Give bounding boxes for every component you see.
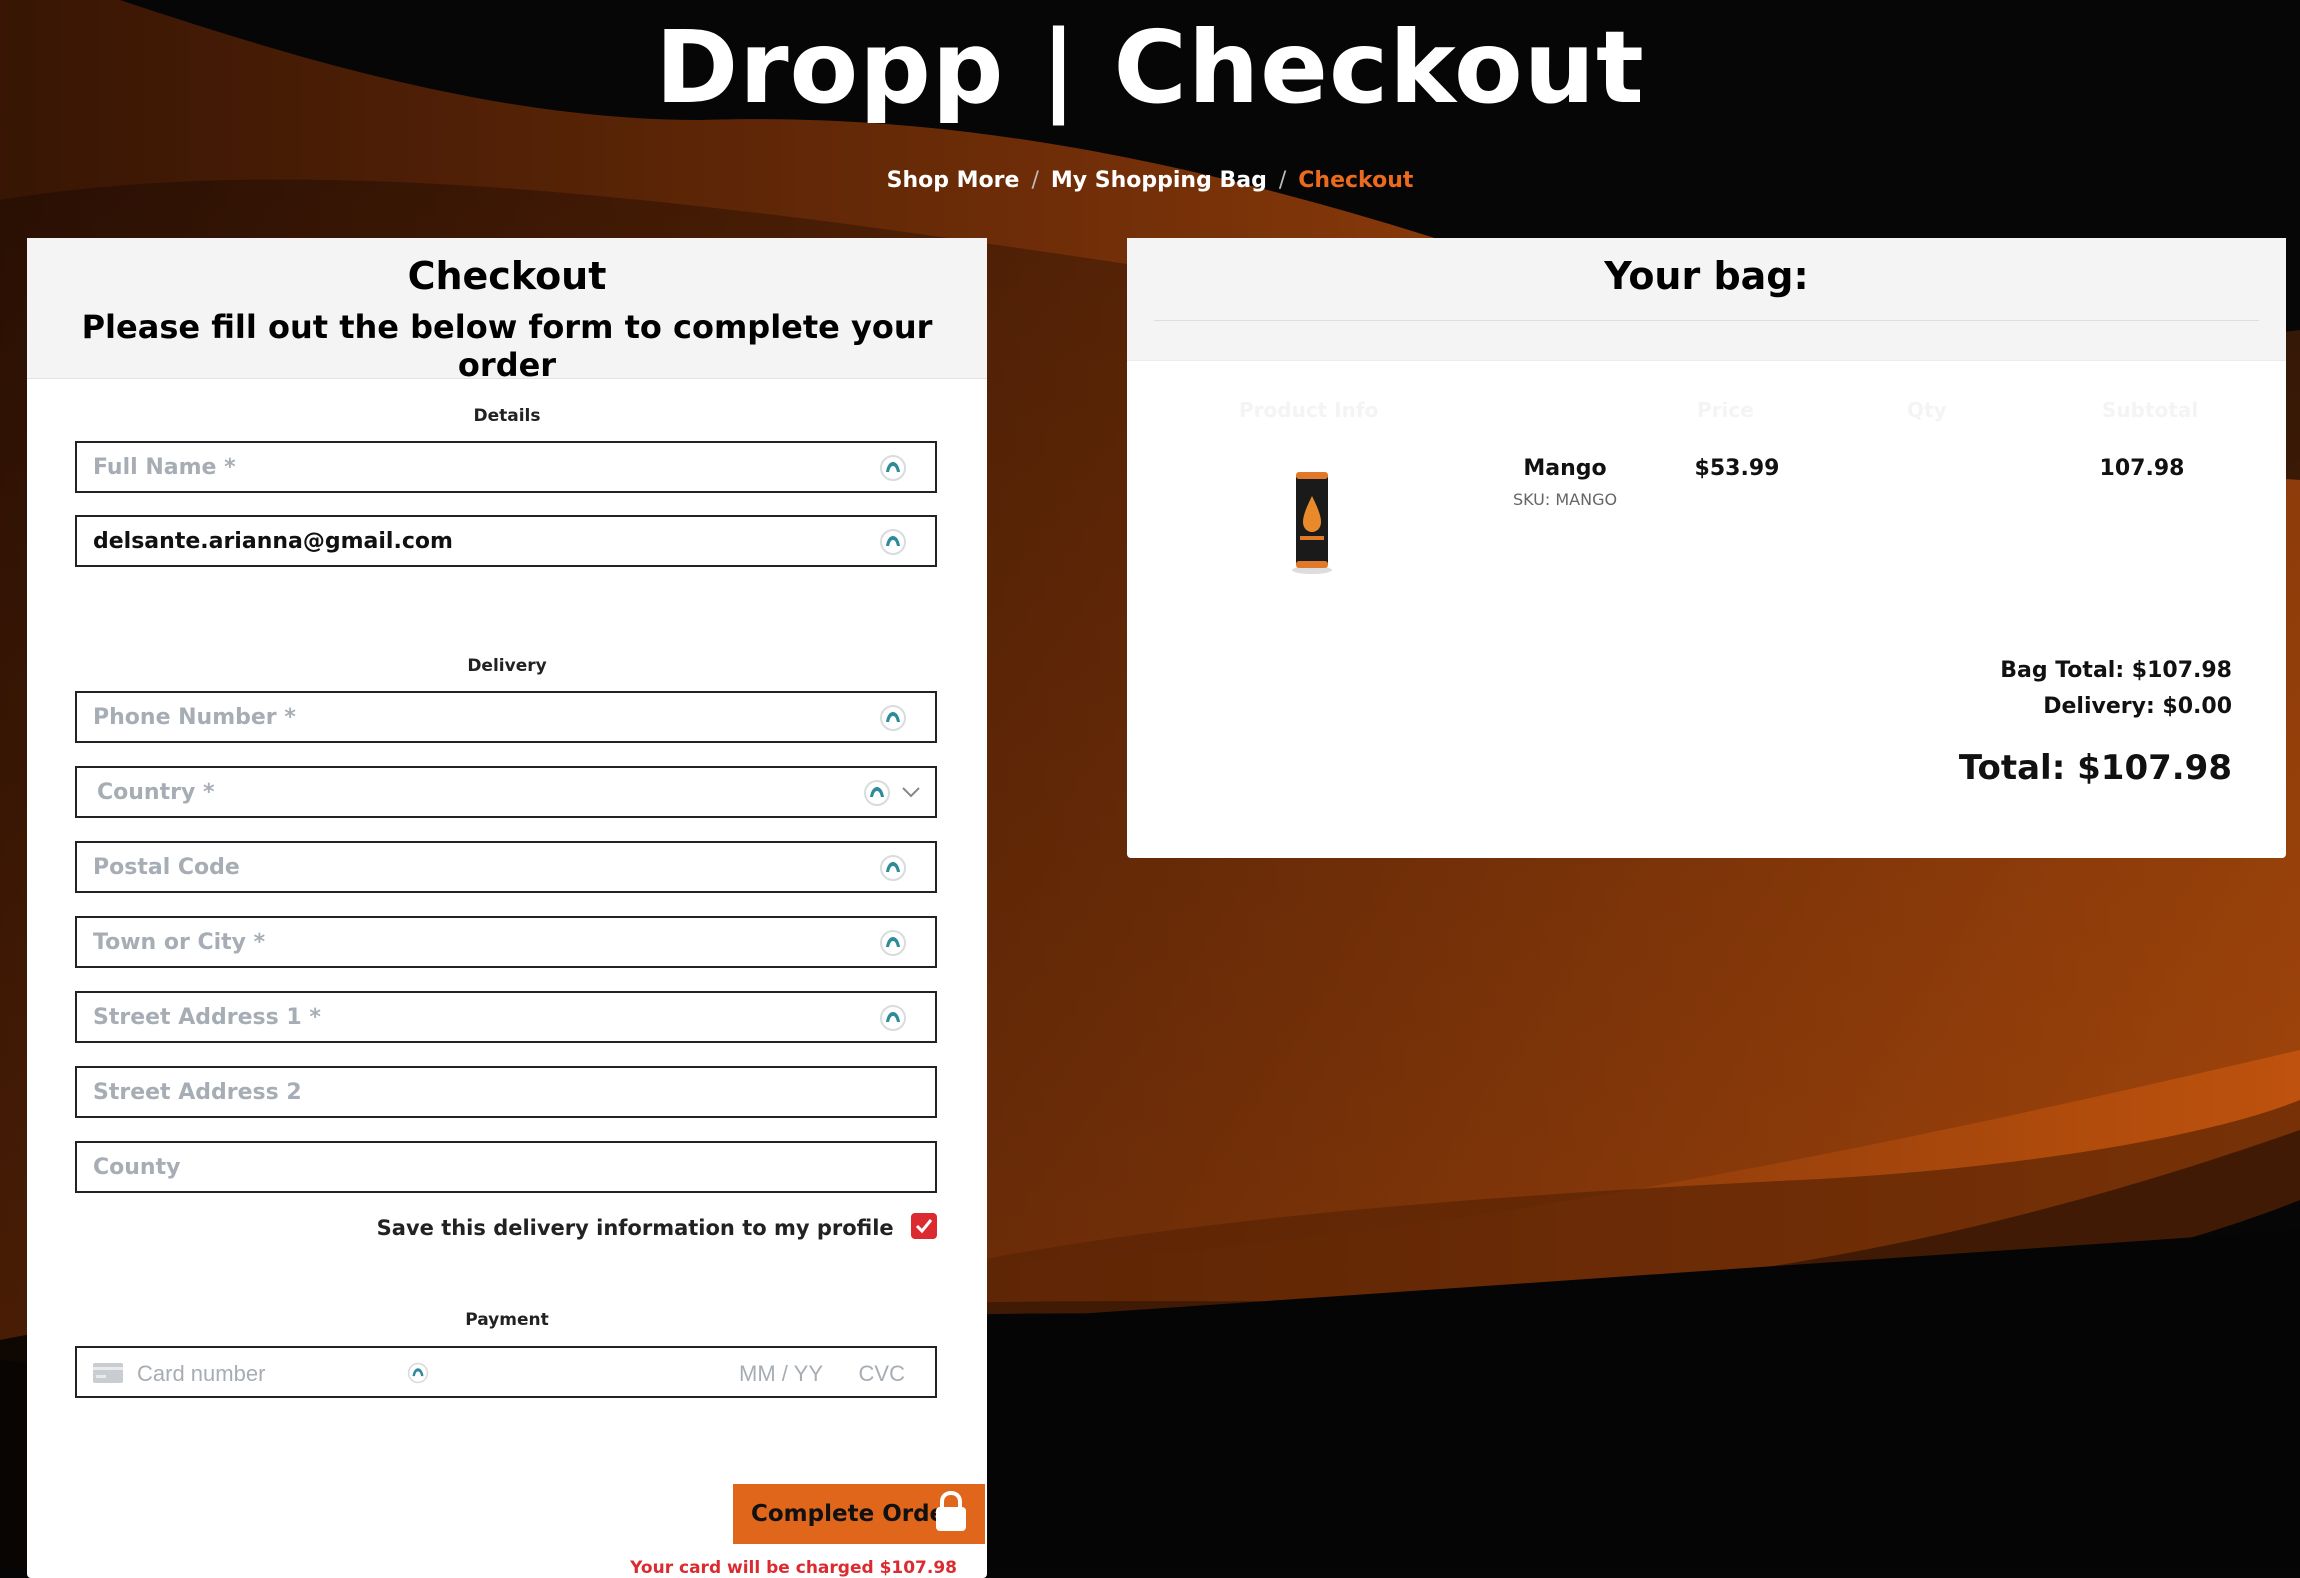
card-element[interactable]: Card number MM / YY CVC (75, 1346, 937, 1398)
country-select[interactable]: Country * (75, 766, 937, 818)
postal-code-input[interactable] (77, 843, 853, 891)
autofill-key-icon[interactable] (879, 704, 907, 732)
bag-total: Bag Total: $107.98 (2000, 658, 2232, 683)
complete-order-button[interactable]: Complete Order (733, 1484, 985, 1544)
lock-icon (936, 1490, 966, 1531)
checkbox-check-icon (915, 1219, 933, 1234)
country-select-value: Country * (97, 780, 215, 805)
checkout-card: Checkout Please fill out the below form … (27, 238, 987, 1578)
page-title: Dropp | Checkout (655, 9, 1645, 126)
product-sku: SKU: MANGO (1512, 490, 1618, 509)
bag-heading: Your bag: (1604, 254, 1809, 298)
delivery-label: Delivery (467, 656, 547, 676)
chevron-down-icon[interactable] (901, 784, 921, 800)
street-address-1-field[interactable] (75, 991, 937, 1043)
credit-card-icon (93, 1363, 123, 1383)
delivery-cost: Delivery: $0.00 (2043, 694, 2232, 719)
full-name-input[interactable] (77, 443, 853, 491)
product-name: Mango (1523, 456, 1607, 481)
street-address-1-input[interactable] (77, 993, 853, 1041)
breadcrumb: Shop More / My Shopping Bag / Checkout (0, 168, 2300, 193)
checkout-header: Checkout Please fill out the below form … (27, 238, 987, 384)
product-price: $53.99 (1694, 456, 1780, 481)
autofill-key-icon[interactable] (879, 1004, 907, 1032)
phone-input[interactable] (77, 693, 853, 741)
county-input[interactable] (77, 1143, 853, 1191)
email-field[interactable] (75, 515, 937, 567)
full-name-field[interactable] (75, 441, 937, 493)
card-expiry-input[interactable]: MM / YY (739, 1361, 823, 1387)
bag-header: Your bag: (1127, 238, 2286, 361)
phone-field[interactable] (75, 691, 937, 743)
email-input[interactable] (77, 517, 853, 565)
product-subtotal: 107.98 (2099, 456, 2185, 481)
details-label: Details (473, 406, 541, 426)
divider (1154, 320, 2259, 321)
town-field[interactable] (75, 916, 937, 968)
card-number-input[interactable]: Card number (137, 1361, 265, 1387)
grand-total: Total: $107.98 (1958, 748, 2232, 788)
column-price: Price (1697, 398, 1754, 422)
column-product-info: Product Info (1239, 398, 1379, 422)
town-input[interactable] (77, 918, 853, 966)
street-address-2-input[interactable] (77, 1068, 853, 1116)
autofill-key-icon[interactable] (879, 528, 907, 556)
postal-code-field[interactable] (75, 841, 937, 893)
breadcrumb-shop-more[interactable]: Shop More (887, 168, 1020, 193)
save-info-checkbox[interactable] (911, 1213, 937, 1239)
payment-label: Payment (465, 1310, 549, 1330)
card-cvc-input[interactable]: CVC (859, 1361, 905, 1387)
breadcrumb-checkout: Checkout (1298, 168, 1414, 193)
save-info-row: Save this delivery information to my pro… (75, 1213, 937, 1246)
autofill-key-icon[interactable] (863, 779, 891, 807)
autofill-key-icon[interactable] (879, 454, 907, 482)
county-field[interactable] (75, 1141, 937, 1193)
autofill-key-icon[interactable] (879, 929, 907, 957)
autofill-key-icon[interactable] (879, 854, 907, 882)
checkout-heading: Checkout (407, 254, 607, 298)
charge-note: Your card will be charged $107.98 (630, 1558, 957, 1578)
breadcrumb-separator: / (1031, 168, 1039, 193)
street-address-2-field[interactable] (75, 1066, 937, 1118)
product-image (1292, 472, 1332, 574)
save-info-label: Save this delivery information to my pro… (376, 1216, 894, 1240)
breadcrumb-separator: / (1278, 168, 1287, 193)
bag-card: Your bag: Product Info Price Qty Subtota… (1127, 238, 2286, 858)
breadcrumb-shopping-bag[interactable]: My Shopping Bag (1051, 168, 1267, 193)
column-subtotal: Subtotal (2102, 398, 2199, 422)
autofill-key-icon[interactable] (407, 1362, 429, 1384)
checkout-subheading: Please fill out the below form to comple… (81, 308, 933, 384)
column-qty: Qty (1907, 398, 1947, 422)
complete-order-label: Complete Order (751, 1501, 957, 1527)
